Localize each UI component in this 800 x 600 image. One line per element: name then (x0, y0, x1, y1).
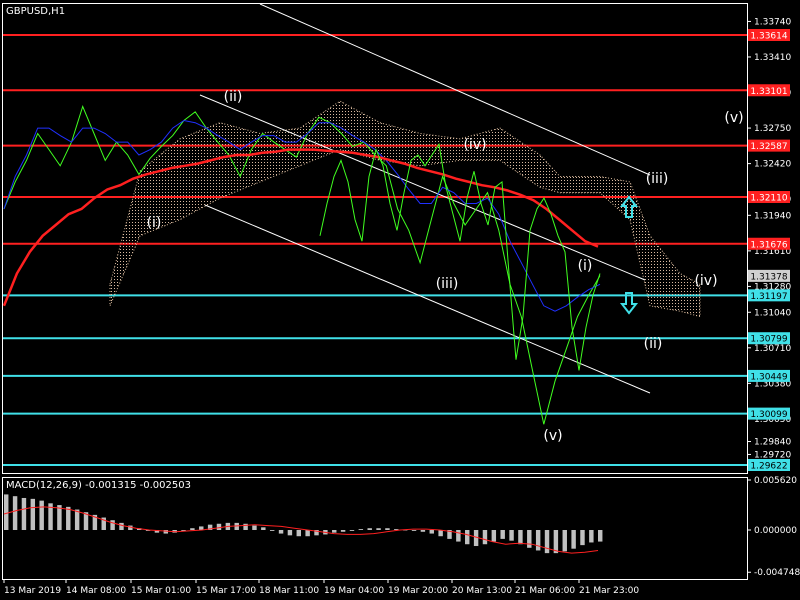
macd-histogram-bar (598, 530, 603, 542)
price-tick-label: 1.32420 (754, 160, 791, 170)
macd-histogram-bar (287, 530, 293, 536)
macd-histogram-bar (119, 522, 124, 530)
time-tick-label: 21 Mar 06:00 (515, 586, 575, 596)
macd-histogram-bar (491, 530, 497, 542)
price-tick-label: 1.31040 (754, 308, 791, 318)
price-level-tag-text: 1.32110 (750, 194, 787, 204)
price-tick-label: 1.29720 (754, 450, 791, 460)
wave-label: (v) (724, 110, 743, 126)
wave-label: (iii) (436, 276, 459, 292)
macd-histogram-bar (589, 530, 594, 543)
wave-label: (iii) (646, 171, 669, 187)
macd-histogram-bar (509, 530, 514, 541)
price-level-tag-text: 1.30099 (750, 410, 787, 420)
price-level-tag-text: 1.30449 (750, 372, 787, 382)
price-level-tag-text: 1.33614 (750, 32, 787, 42)
time-tick-label: 19 Mar 04:00 (324, 586, 384, 596)
price-level-tag-text: 1.32587 (750, 142, 787, 152)
current-price-text: 1.31378 (750, 272, 787, 282)
price-tick-label: 1.32750 (754, 124, 791, 134)
macd-histogram-bar (571, 530, 576, 549)
wave-label: (ii) (644, 336, 663, 352)
macd-tick-label: 0.005620 (754, 476, 797, 486)
macd-histogram-bar (74, 509, 80, 530)
chart-window: 1.337401.334101.330801.327501.324201.320… (0, 0, 800, 600)
macd-histogram-bar (216, 523, 222, 530)
macd-histogram-bar (527, 530, 532, 548)
price-level-tag-text: 1.33101 (750, 87, 787, 97)
time-tick-label: 13 Mar 2019 (4, 586, 61, 596)
time-tick-label: 14 Mar 08:00 (66, 586, 126, 596)
price-tick-label: 1.33740 (754, 17, 791, 27)
macd-histogram-bar (110, 520, 115, 530)
price-tick-label: 1.33410 (754, 53, 791, 63)
macd-histogram-bar (21, 497, 27, 530)
macd-histogram-bar (482, 530, 488, 545)
macd-histogram-bar (456, 530, 461, 542)
macd-histogram-bar (553, 530, 559, 554)
macd-histogram-bar (500, 530, 505, 539)
macd-histogram-bar (252, 525, 257, 530)
price-level-tag-text: 1.31197 (750, 292, 787, 302)
macd-histogram-bar (278, 530, 284, 534)
macd-histogram-bar (429, 530, 434, 534)
macd-tick-label: -0.004748 (754, 568, 800, 578)
time-tick-label: 15 Mar 17:00 (196, 586, 256, 596)
time-tick-label: 18 Mar 11:00 (259, 586, 319, 596)
macd-histogram-bar (367, 528, 372, 530)
macd-histogram-bar (12, 496, 18, 530)
macd-histogram-bar (340, 530, 346, 532)
price-level-tag-text: 1.31676 (750, 240, 787, 250)
macd-histogram-bar (420, 530, 426, 532)
macd-histogram-bar (580, 530, 585, 546)
wave-label: (iv) (463, 137, 486, 153)
price-tick-label: 1.29840 (754, 438, 791, 448)
wave-label: (i) (147, 215, 162, 231)
wave-label: (i) (578, 258, 593, 274)
symbol-title: GBPUSD,H1 (6, 6, 65, 17)
price-tick-label: 1.30710 (754, 344, 791, 354)
macd-histogram-bar (39, 500, 44, 530)
macd-histogram-bar (30, 498, 36, 530)
macd-histogram-bar (411, 530, 417, 531)
wave-label: (ii) (224, 89, 243, 105)
wave-label: (v) (543, 428, 562, 444)
macd-histogram-bar (465, 530, 470, 545)
macd-histogram-bar (358, 529, 364, 530)
macd-histogram-bar (544, 530, 550, 554)
macd-histogram-bar (376, 528, 381, 530)
macd-histogram-bar (332, 530, 337, 533)
macd-histogram-bar (535, 530, 541, 551)
price-level-tag-text: 1.30799 (750, 335, 787, 345)
macd-histogram-bar (4, 494, 9, 530)
macd-tick-label: 0.000000 (754, 526, 797, 536)
time-tick-label: 19 Mar 20:00 (388, 586, 448, 596)
macd-histogram-bar (66, 506, 71, 530)
macd-histogram-bar (562, 530, 567, 552)
macd-histogram-bar (269, 530, 275, 531)
chart-canvas[interactable]: 1.337401.334101.330801.327501.324201.320… (0, 0, 800, 600)
macd-histogram-bar (296, 530, 301, 537)
macd-histogram-bar (190, 528, 195, 530)
price-level-tag-text: 1.29622 (750, 462, 787, 472)
macd-histogram-bar (385, 528, 390, 530)
price-tick-label: 1.31940 (754, 211, 791, 221)
macd-histogram-bar (261, 527, 266, 530)
macd-histogram-bar (243, 523, 248, 530)
macd-histogram-bar (518, 530, 523, 545)
time-tick-label: 15 Mar 01:00 (131, 586, 191, 596)
time-tick-label: 20 Mar 13:00 (452, 586, 512, 596)
wave-label: (iv) (694, 273, 717, 289)
macd-histogram-bar (349, 530, 355, 531)
macd-histogram-bar (438, 530, 443, 537)
macd-histogram-bar (305, 530, 310, 537)
macd-title: MACD(12,26,9) -0.001315 -0.002503 (6, 480, 191, 491)
time-tick-label: 21 Mar 23:00 (579, 586, 639, 596)
